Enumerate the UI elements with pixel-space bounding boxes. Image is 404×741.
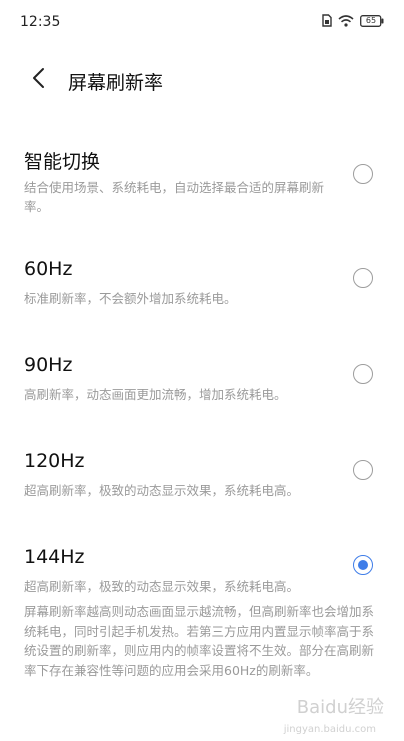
- option-smart-switch[interactable]: 智能切换 结合使用场景、系统耗电，自动选择最合适的屏幕刷新率。: [0, 147, 404, 214]
- watermark-url: jingyan.baidu.com: [283, 724, 376, 735]
- option-title: 120Hz: [24, 450, 85, 472]
- option-60hz[interactable]: 60Hz 标准刷新率，不会额外增加系统耗电。: [0, 258, 404, 306]
- option-title: 60Hz: [24, 258, 73, 280]
- status-time: 12:35: [20, 14, 61, 30]
- option-description: 标准刷新率，不会额外增加系统耗电。: [24, 291, 237, 306]
- watermark-logo: Baidu经验: [296, 697, 384, 718]
- option-description: 高刷新率，动态画面更加流畅，增加系统耗电。: [24, 387, 287, 402]
- footer-note: 屏幕刷新率越高则动态画面显示越流畅，但高刷新率也会增加系统耗电，同时引起手机发热…: [24, 604, 375, 678]
- back-button[interactable]: [24, 66, 52, 94]
- radio-60hz[interactable]: [353, 268, 373, 288]
- chevron-left-icon: [31, 67, 45, 93]
- page-title: 屏幕刷新率: [68, 72, 164, 94]
- status-bar: 12:35 65: [0, 0, 404, 44]
- option-title: 90Hz: [24, 354, 73, 376]
- radio-90hz[interactable]: [353, 364, 373, 384]
- status-icons: 65: [322, 14, 384, 27]
- option-90hz[interactable]: 90Hz 高刷新率，动态画面更加流畅，增加系统耗电。: [0, 354, 404, 402]
- option-title: 智能切换: [24, 151, 101, 173]
- option-description: 结合使用场景、系统耗电，自动选择最合适的屏幕刷新率。: [24, 180, 325, 214]
- battery-icon: 65: [360, 14, 384, 27]
- wifi-icon: [338, 14, 354, 27]
- radio-120hz[interactable]: [353, 460, 373, 480]
- battery-level-text: 65: [365, 15, 377, 25]
- header: 屏幕刷新率: [0, 60, 404, 100]
- option-description: 超高刷新率，极致的动态显示效果，系统耗电高。: [24, 579, 300, 594]
- radio-144hz[interactable]: [353, 555, 373, 575]
- option-144hz[interactable]: 144Hz 超高刷新率，极致的动态显示效果，系统耗电高。: [0, 546, 404, 594]
- option-title: 144Hz: [24, 546, 85, 568]
- option-120hz[interactable]: 120Hz 超高刷新率，极致的动态显示效果，系统耗电高。: [0, 450, 404, 498]
- sim-icon: [322, 14, 332, 27]
- option-description: 超高刷新率，极致的动态显示效果，系统耗电高。: [24, 483, 300, 498]
- radio-smart-switch[interactable]: [353, 164, 373, 184]
